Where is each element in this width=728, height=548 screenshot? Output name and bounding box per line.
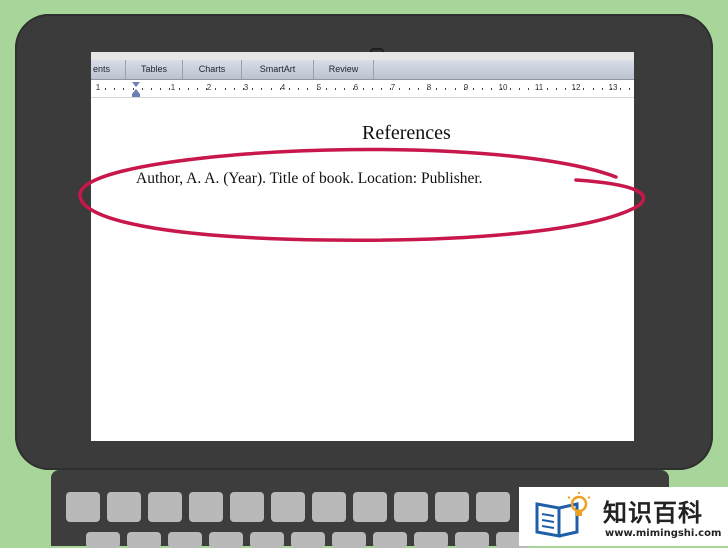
ruler-tick bbox=[141, 88, 143, 90]
ruler-tick bbox=[123, 88, 125, 90]
ruler-tick bbox=[491, 88, 493, 90]
tab-review[interactable]: Review bbox=[314, 60, 374, 79]
left-indent-marker[interactable] bbox=[132, 94, 140, 97]
ruler-mark: 6 bbox=[353, 83, 359, 92]
ruler-tick bbox=[390, 88, 392, 90]
keyboard-key bbox=[271, 492, 305, 522]
tab-tables[interactable]: Tables bbox=[126, 60, 183, 79]
ruler-mark: 7 bbox=[390, 83, 396, 92]
ruler-tick bbox=[620, 88, 622, 90]
ruler-tick bbox=[298, 88, 300, 90]
ruler-tick bbox=[509, 88, 511, 90]
ruler-mark: 1 bbox=[170, 83, 176, 92]
ruler-mark: 13 bbox=[608, 83, 618, 92]
ruler-tick bbox=[399, 88, 401, 90]
tab-smartart[interactable]: SmartArt bbox=[242, 60, 314, 79]
ruler-tick bbox=[463, 88, 465, 90]
ruler-tick bbox=[160, 88, 162, 90]
ruler-tick bbox=[243, 88, 244, 90]
ruler-tick bbox=[436, 88, 438, 90]
ruler-tick bbox=[151, 88, 152, 90]
ruler-tick bbox=[335, 88, 336, 90]
watermark: 知识百科 www.mimingshi.com bbox=[519, 487, 728, 546]
keyboard-key bbox=[107, 492, 141, 522]
ruler-tick bbox=[114, 88, 116, 90]
ruler-mark: 2 bbox=[206, 83, 212, 92]
ribbon-tab-bar: ents Tables Charts SmartArt Review bbox=[91, 60, 634, 80]
tab-charts[interactable]: Charts bbox=[183, 60, 242, 79]
ruler-tick bbox=[279, 88, 281, 90]
ruler-tick bbox=[362, 88, 364, 90]
ruler-tick bbox=[233, 88, 235, 90]
ruler-tick bbox=[105, 88, 106, 90]
ruler-tick bbox=[445, 88, 447, 90]
ruler-tick bbox=[224, 88, 226, 90]
watermark-title: 知识百科 bbox=[603, 499, 703, 527]
ruler-tick bbox=[592, 88, 594, 90]
ruler-tick bbox=[473, 88, 474, 90]
ruler-tick bbox=[555, 88, 557, 90]
highlight-circle-annotation bbox=[78, 147, 646, 242]
ribbon-top-strip bbox=[91, 52, 634, 60]
ruler-tick bbox=[270, 88, 272, 90]
ruler-tick bbox=[325, 88, 327, 90]
keyboard-key bbox=[394, 492, 428, 522]
ruler-tick bbox=[169, 88, 171, 90]
ruler-tick bbox=[611, 88, 612, 90]
ruler-tick bbox=[289, 88, 290, 90]
ruler-tick bbox=[307, 88, 309, 90]
keyboard-key bbox=[148, 492, 182, 522]
ruler-tick bbox=[528, 88, 530, 90]
ruler-tick bbox=[197, 88, 198, 90]
ruler-tick bbox=[132, 88, 134, 90]
ruler-tick bbox=[537, 88, 539, 90]
keyboard-key bbox=[189, 492, 223, 522]
ruler-tick bbox=[206, 88, 208, 90]
book-lightbulb-icon bbox=[535, 492, 591, 538]
keyboard-key bbox=[435, 492, 469, 522]
ruler-tick bbox=[427, 88, 428, 90]
keyboard-key bbox=[353, 492, 387, 522]
tab-elements[interactable]: ents bbox=[91, 60, 126, 79]
ruler-tick bbox=[187, 88, 189, 90]
ruler-tick bbox=[601, 88, 603, 90]
ruler-tick bbox=[261, 88, 263, 90]
ruler-tick bbox=[353, 88, 355, 90]
ruler-mark: 11 bbox=[534, 83, 544, 92]
ruler-tick bbox=[408, 88, 410, 90]
keyboard-key bbox=[230, 492, 264, 522]
ruler-mark: 12 bbox=[571, 83, 581, 92]
ruler-tick bbox=[574, 88, 576, 90]
ruler-tick bbox=[519, 88, 520, 90]
keyboard-key bbox=[312, 492, 346, 522]
ruler-tick bbox=[565, 88, 566, 90]
horizontal-ruler[interactable]: 1 1 2 3 4 5 6 7 8 9 10 11 12 13 bbox=[91, 80, 634, 98]
ruler-mark: 4 bbox=[280, 83, 286, 92]
ruler-mark: 1 bbox=[95, 83, 101, 92]
ruler-tick bbox=[454, 88, 456, 90]
ruler-tick bbox=[371, 88, 373, 90]
ruler-tick bbox=[215, 88, 217, 90]
ruler-tick bbox=[583, 88, 585, 90]
ruler-tick bbox=[629, 88, 631, 90]
first-line-indent-marker[interactable] bbox=[132, 82, 140, 87]
ruler-tick bbox=[178, 88, 180, 90]
ruler-tick bbox=[344, 88, 346, 90]
ruler-mark: 3 bbox=[243, 83, 249, 92]
ruler-tick bbox=[482, 88, 484, 90]
ruler-tick bbox=[252, 88, 254, 90]
keyboard-key bbox=[66, 492, 100, 522]
ruler-tick bbox=[417, 88, 419, 90]
keyboard-key bbox=[476, 492, 510, 522]
ruler-tick bbox=[316, 88, 318, 90]
watermark-url: www.mimingshi.com bbox=[605, 528, 722, 539]
ruler-tick bbox=[500, 88, 502, 90]
ruler-tick bbox=[381, 88, 382, 90]
ruler-tick bbox=[546, 88, 548, 90]
